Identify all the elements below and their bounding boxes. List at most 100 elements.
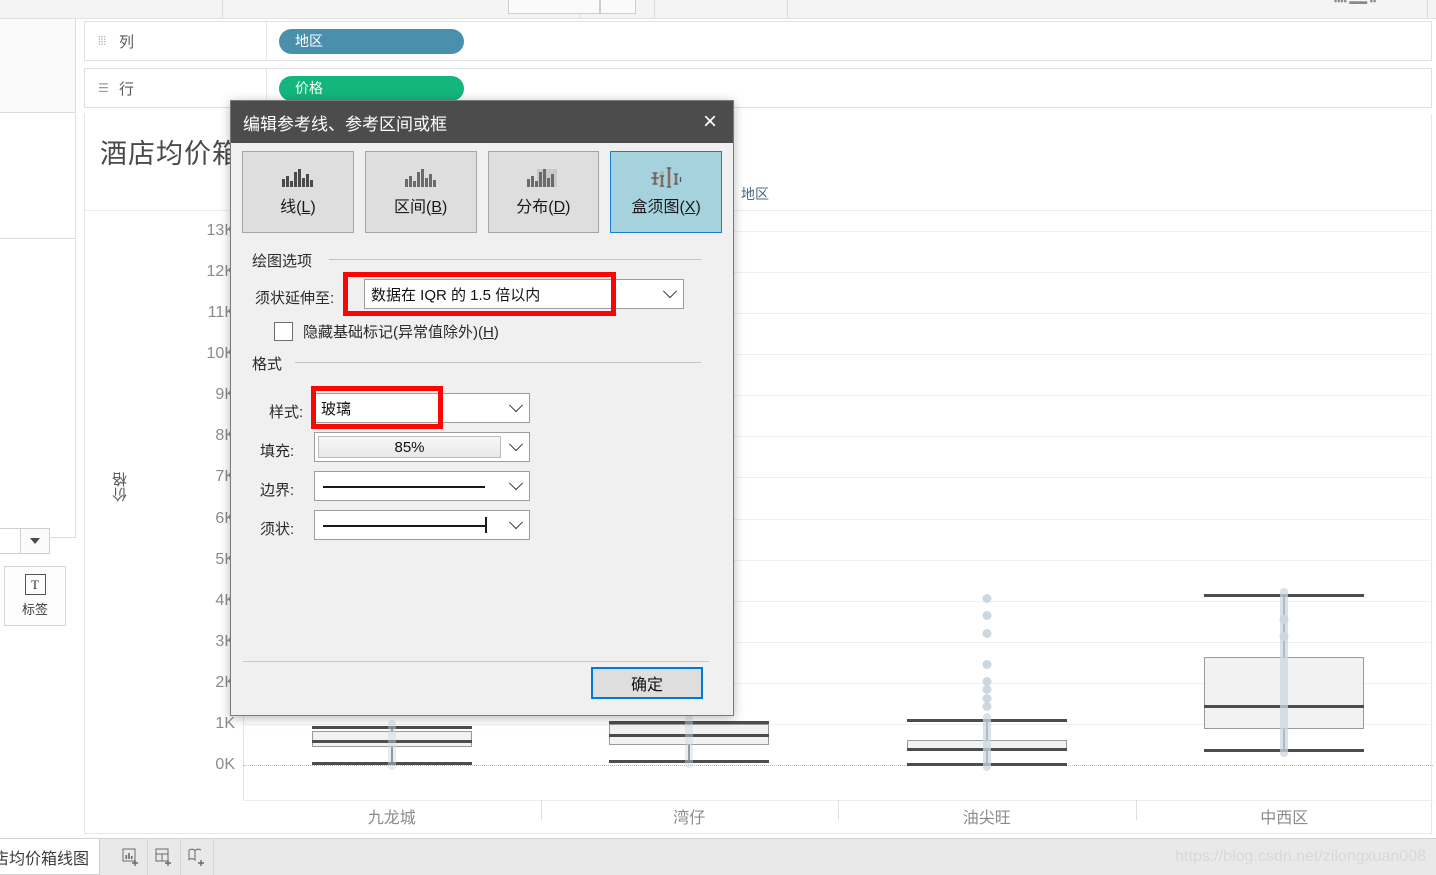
rows-icon: ☰ — [98, 82, 112, 94]
type-button-line[interactable]: 线(L) — [242, 151, 354, 233]
chevron-down-icon — [503, 481, 529, 491]
columns-icon: ⦙⦙⦙ — [98, 35, 112, 47]
reference-type-buttons: 线(L) 区间(B) — [242, 151, 722, 233]
close-icon[interactable]: × — [695, 108, 725, 136]
outlier-point[interactable] — [982, 702, 991, 711]
format-group-title: 格式 — [252, 353, 282, 374]
fill-select[interactable]: 85% — [314, 432, 530, 462]
columns-shelf-label: ⦙⦙⦙ 列 — [85, 22, 267, 60]
y-tick-label: 9K — [161, 386, 235, 404]
y-tick-label: 8K — [161, 427, 235, 445]
whisker-extent-select[interactable]: 数据在 IQR 的 1.5 倍以内 — [364, 279, 684, 309]
new-worksheet-icon — [122, 848, 140, 866]
category-divider — [838, 800, 839, 820]
marks-type-dropdown-button[interactable] — [20, 528, 50, 554]
y-tick-label: 7K — [161, 468, 235, 486]
type-button-distribution-label: 分布(D) — [516, 193, 570, 217]
fill-value: 85% — [318, 436, 501, 458]
y-tick-label: 3K — [161, 633, 235, 651]
type-button-line-label: 线(L) — [280, 193, 316, 217]
y-tick-label: 0K — [161, 756, 235, 774]
style-select[interactable]: 玻璃 — [314, 393, 530, 423]
new-worksheet-button[interactable] — [115, 839, 148, 875]
outlier-point[interactable] — [982, 611, 991, 620]
toolbar-cut-glyphs: ▪▪▪▪ ▬▬ ▪▪ — [1334, 0, 1430, 4]
text-label-icon: T — [25, 574, 46, 595]
left-top-pane — [0, 19, 76, 113]
hide-underlying-marks-row[interactable]: 隐藏基础标记(异常值除外)(H) — [274, 321, 499, 342]
format-rule — [295, 362, 701, 363]
x-tick-label: 湾仔 — [673, 804, 705, 828]
type-button-box-plot-label: 盒须图(X) — [631, 193, 700, 217]
toolbar-cut-dropdown[interactable] — [508, 0, 600, 14]
type-button-band[interactable]: 区间(B) — [365, 151, 477, 233]
outlier-point[interactable] — [982, 660, 991, 669]
new-story-icon — [188, 848, 206, 866]
ok-button[interactable]: 确定 — [591, 667, 703, 699]
columns-shelf[interactable]: ⦙⦙⦙ 列 地区 — [84, 21, 1432, 61]
y-tick-label: 12K — [161, 263, 235, 281]
marks-pane-upper — [0, 114, 76, 239]
box-plot-icon — [647, 167, 685, 189]
whisker-style-value — [315, 511, 503, 539]
whisker-style-select[interactable] — [314, 510, 530, 540]
tableau-window: ▪▪▪▪ ▬▬ ▪▪ ⦙⦙⦙ 列 地区 ☰ 行 价格 T 标签 酒店均价箱线图 — [0, 0, 1436, 875]
x-tick-label: 九龙城 — [368, 804, 416, 828]
new-dashboard-icon — [155, 848, 173, 866]
y-zero-line — [243, 765, 1433, 766]
whisker-extent-label: 须状延伸至: — [255, 287, 334, 308]
fill-label: 填充: — [260, 440, 294, 461]
y-tick-label: 5K — [161, 551, 235, 569]
sheet-tab[interactable]: 店均价箱线图 — [0, 839, 100, 875]
y-axis-ticks: 13K12K11K10K9K8K7K6K5K4K3K2K1K0K — [85, 114, 235, 834]
type-button-box-plot[interactable]: 盒须图(X) — [610, 151, 722, 233]
marks-card-label-text: 标签 — [22, 599, 48, 618]
border-label: 边界: — [260, 479, 294, 500]
plot-options-group-title: 绘图选项 — [252, 250, 312, 271]
dialog-titlebar: 编辑参考线、参考区间或框 × — [231, 101, 733, 143]
border-value — [315, 472, 503, 500]
category-divider — [541, 800, 542, 820]
band-chart-icon — [403, 167, 439, 189]
toolbar-cut-button[interactable] — [600, 0, 636, 14]
outlier-point[interactable] — [982, 629, 991, 638]
y-tick-label: 10K — [161, 345, 235, 363]
watermark: https://blog.csdn.net/zilongxuan008 — [1175, 848, 1426, 866]
underlying-marks — [983, 713, 991, 771]
underlying-marks — [1280, 588, 1288, 757]
new-story-button[interactable] — [181, 839, 214, 875]
y-tick-label: 11K — [161, 304, 235, 322]
hide-underlying-marks-label: 隐藏基础标记(异常值除外)(H) — [303, 321, 499, 342]
line-chart-icon — [280, 167, 316, 189]
outlier-point[interactable] — [1280, 615, 1289, 624]
x-tick-label: 中西区 — [1260, 804, 1308, 828]
underlying-marks — [685, 715, 693, 768]
border-select[interactable] — [314, 471, 530, 501]
columns-shelf-text: 列 — [119, 31, 134, 52]
chevron-down-icon — [657, 289, 683, 299]
type-button-distribution[interactable]: 分布(D) — [488, 151, 600, 233]
style-label: 样式: — [269, 401, 303, 422]
new-dashboard-button[interactable] — [148, 839, 181, 875]
marks-card-label[interactable]: T 标签 — [4, 566, 66, 626]
dialog-footer-rule — [243, 661, 709, 662]
pill-price[interactable]: 价格 — [279, 76, 464, 101]
style-value: 玻璃 — [315, 398, 503, 419]
marks-pane-lower: T 标签 — [0, 240, 76, 538]
y-tick-label: 2K — [161, 674, 235, 692]
hide-underlying-marks-checkbox[interactable] — [274, 322, 293, 341]
toolbar-strip: ▪▪▪▪ ▬▬ ▪▪ — [0, 0, 1436, 19]
type-button-band-label: 区间(B) — [394, 193, 447, 217]
chevron-down-icon — [503, 442, 529, 452]
outlier-point[interactable] — [982, 594, 991, 603]
outlier-point[interactable] — [1280, 632, 1289, 641]
outlier-point[interactable] — [982, 685, 991, 694]
category-divider — [1136, 800, 1137, 820]
y-tick-label: 13K — [161, 222, 235, 240]
y-tick-label: 4K — [161, 592, 235, 610]
pill-region[interactable]: 地区 — [279, 29, 464, 54]
distribution-chart-icon — [525, 167, 561, 189]
x-tick-label: 油尖旺 — [963, 804, 1011, 828]
whisker-style-label: 须状: — [260, 518, 294, 539]
chevron-down-icon — [30, 538, 40, 544]
